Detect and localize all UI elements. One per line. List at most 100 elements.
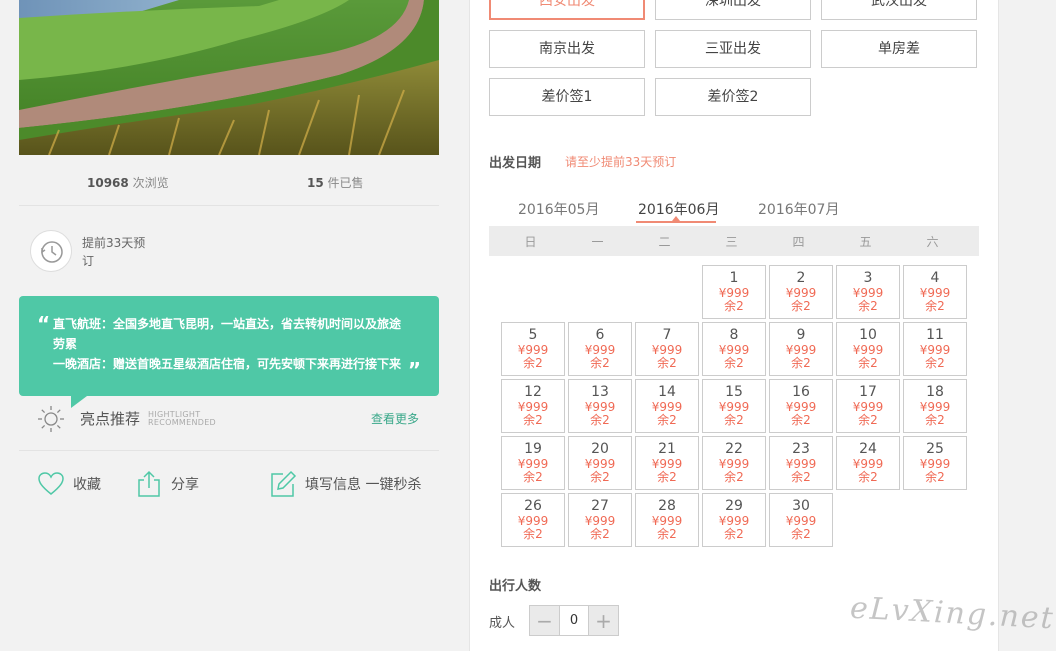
recommend-en-label: HIGHTLIGHT RECOMMENDED [148,411,216,427]
travelers-title: 出行人数 [489,579,542,594]
fill-info-button[interactable]: 填写信息 一键秒杀 [269,466,421,502]
calendar-day[interactable]: 5 ¥999 余2 [501,322,565,376]
calendar-day[interactable]: 17 ¥999 余2 [836,379,900,433]
day-remaining: 余2 [925,299,945,313]
calendar-day[interactable]: 3 ¥999 余2 [836,265,900,319]
day-number: 12 [524,384,542,400]
day-remaining: 余2 [590,356,610,370]
day-number: 18 [926,384,944,400]
tab-month-next[interactable]: 2016年07月 [758,199,839,219]
day-remaining: 余2 [925,413,945,427]
calendar-day[interactable]: 16 ¥999 余2 [769,379,833,433]
adult-count-input[interactable]: 0 [559,606,589,635]
day-number: 3 [863,270,873,286]
day-number: 29 [725,498,743,514]
day-number: 15 [725,384,743,400]
departure-option[interactable]: 南京出发 [489,30,645,68]
views-count: 10968 [87,176,129,190]
history-clock-icon [30,230,72,272]
calendar-day[interactable]: 7 ¥999 余2 [635,322,699,376]
calendar-day[interactable]: 20 ¥999 余2 [568,436,632,490]
calendar-day[interactable]: 24 ¥999 余2 [836,436,900,490]
day-number: 8 [729,327,739,343]
departure-option[interactable]: 单房差 [821,30,977,68]
increment-button[interactable]: + [589,606,618,635]
calendar-day[interactable]: 21 ¥999 余2 [635,436,699,490]
departure-option[interactable]: 武汉出发 [821,0,977,20]
day-number: 23 [792,441,810,457]
day-remaining: 余2 [724,299,744,313]
day-remaining: 余2 [858,299,878,313]
calendar-day[interactable]: 8 ¥999 余2 [702,322,766,376]
calendar-day[interactable]: 13 ¥999 余2 [568,379,632,433]
day-number: 6 [595,327,605,343]
departure-option[interactable]: 差价签2 [655,78,811,116]
weekday-label: 一 [591,235,604,249]
day-number: 27 [591,498,609,514]
tip-line-hotel: 一晚酒店：赠送首晚五星级酒店住宿，可先安顿下来再进行接下来 [53,357,402,371]
decrement-button[interactable]: − [530,606,559,635]
calendar-day[interactable]: 14 ¥999 余2 [635,379,699,433]
fill-info-label: 填写信息 一键秒杀 [305,477,422,493]
recommend-header: 亮点推荐 HIGHTLIGHT RECOMMENDED 查看更多 [36,404,439,434]
calendar-day[interactable]: 6 ¥999 余2 [568,322,632,376]
departure-option[interactable]: 深圳出发 [655,0,811,20]
calendar-day[interactable]: 18 ¥999 余2 [903,379,967,433]
day-remaining: 余2 [791,527,811,541]
calendar-day[interactable]: 4 ¥999 余2 [903,265,967,319]
day-remaining: 余2 [590,413,610,427]
day-number: 30 [792,498,810,514]
day-remaining: 余2 [590,470,610,484]
calendar-day[interactable]: 19 ¥999 余2 [501,436,565,490]
day-number: 20 [591,441,609,457]
departure-option[interactable]: 西安出发 [489,0,645,20]
day-remaining: 余2 [657,413,677,427]
day-number: 19 [524,441,542,457]
view-more-link[interactable]: 查看更多 [371,410,419,427]
calendar-day[interactable]: 26 ¥999 余2 [501,493,565,547]
day-number: 26 [524,498,542,514]
calendar-day[interactable]: 10 ¥999 余2 [836,322,900,376]
calendar-day[interactable]: 23 ¥999 余2 [769,436,833,490]
weekday-label: 三 [725,235,738,249]
day-number: 24 [859,441,877,457]
tab-month-prev[interactable]: 2016年05月 [518,199,599,219]
departure-option[interactable]: 三亚出发 [655,30,811,68]
booking-panel: 西安出发 深圳出发 武汉出发 南京出发 三亚出发 单房差 差价签1 差价签2 出发日期 请至少… [469,0,999,651]
calendar-day[interactable]: 30 ¥999 余2 [769,493,833,547]
calendar-day[interactable]: 28 ¥999 余2 [635,493,699,547]
day-remaining: 余2 [523,470,543,484]
day-remaining: 余2 [523,413,543,427]
day-remaining: 余2 [858,470,878,484]
calendar-day[interactable]: 2 ¥999 余2 [769,265,833,319]
day-number: 16 [792,384,810,400]
calendar-day[interactable]: 12 ¥999 余2 [501,379,565,433]
day-number: 9 [796,327,806,343]
golf-course-image [19,0,439,155]
share-button[interactable]: 分享 [135,466,199,502]
calendar-day[interactable]: 25 ¥999 余2 [903,436,967,490]
calendar-day[interactable]: 15 ¥999 余2 [702,379,766,433]
weekday-header: 日一二三四五六 [489,226,979,256]
product-left-column: 10968 次浏览 15 件已售 提前33天预订 “ 直飞航班：全国多地直飞昆明… [0,0,460,651]
day-number: 14 [658,384,676,400]
day-remaining: 余2 [523,527,543,541]
calendar-day[interactable]: 27 ¥999 余2 [568,493,632,547]
day-number: 21 [658,441,676,457]
day-number: 28 [658,498,676,514]
advance-booking-text: 提前33天预订 [82,236,146,268]
recommend-en-line2: RECOMMENDED [148,418,217,427]
edit-icon [271,470,297,497]
advance-note: 请至少提前33天预订 [565,155,677,169]
calendar-day[interactable]: 11 ¥999 余2 [903,322,967,376]
favorite-button[interactable]: 收藏 [37,466,101,502]
day-number: 7 [662,327,672,343]
calendar-day[interactable]: 1 ¥999 余2 [702,265,766,319]
calendar-day[interactable]: 9 ¥999 余2 [769,322,833,376]
calendar-day[interactable]: 29 ¥999 余2 [702,493,766,547]
weekday-label: 六 [926,235,939,249]
calendar-day[interactable]: 22 ¥999 余2 [702,436,766,490]
day-number: 13 [591,384,609,400]
departure-option[interactable]: 差价签1 [489,78,645,116]
day-remaining: 余2 [724,356,744,370]
